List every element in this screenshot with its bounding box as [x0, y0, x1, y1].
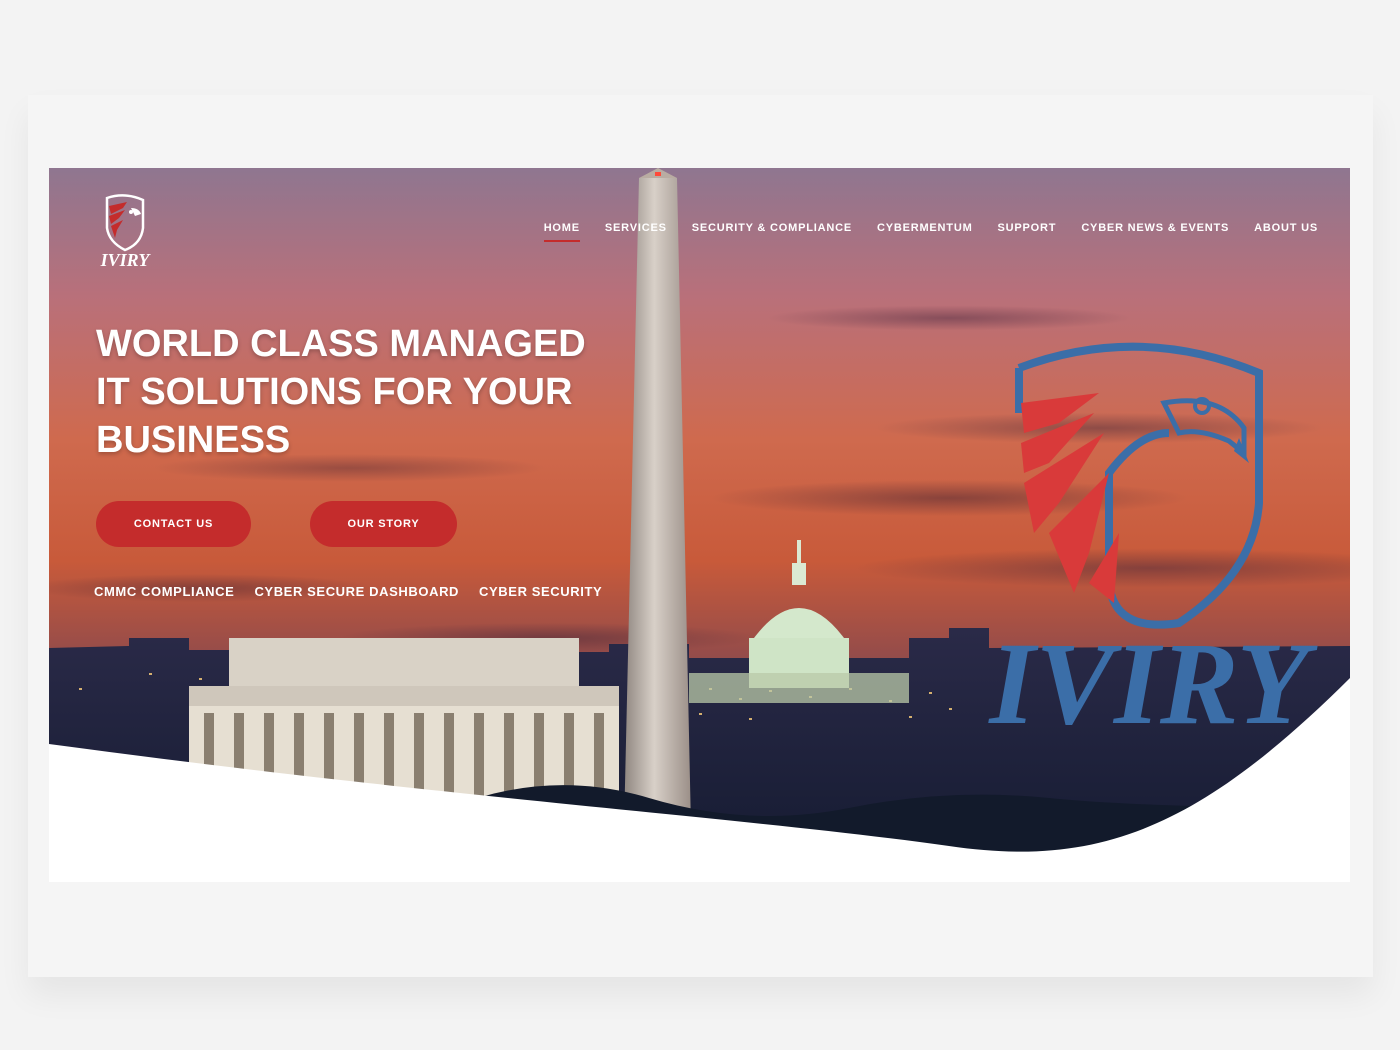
nav-cybermentum[interactable]: CYBERMENTUM	[877, 222, 973, 242]
nav-support[interactable]: SUPPORT	[998, 222, 1057, 242]
nav-services[interactable]: SERVICES	[605, 222, 667, 242]
link-cmmc-compliance[interactable]: CMMC COMPLIANCE	[94, 584, 234, 599]
our-story-button[interactable]: OUR STORY	[310, 501, 457, 547]
link-cyber-security[interactable]: CYBER SECURITY	[479, 584, 602, 599]
headline-line-3: BUSINESS	[96, 419, 291, 461]
main-nav: HOME SERVICES SECURITY & COMPLIANCE CYBE…	[543, 222, 1318, 242]
eagle-emblem: IVIRY	[987, 342, 1319, 749]
hero-quick-links: CMMC COMPLIANCE CYBER SECURE DASHBOARD C…	[94, 584, 602, 599]
iviry-logo[interactable]: IVIRY	[87, 194, 163, 268]
nav-home[interactable]: HOME	[543, 222, 580, 242]
emblem-wordmark: IVIRY	[987, 618, 1318, 749]
nav-cyber-news-events[interactable]: CYBER NEWS & EVENTS	[1081, 222, 1229, 242]
hero-headline: WORLD CLASS MANAGED IT SOLUTIONS FOR YOU…	[96, 320, 636, 464]
headline-line-1: WORLD CLASS MANAGED	[96, 323, 586, 365]
logo-wordmark: IVIRY	[100, 250, 152, 268]
contact-us-button[interactable]: CONTACT US	[96, 501, 251, 547]
hero-section: IVIRY HOME SERVICES SECURITY & COMPLIANC…	[49, 168, 1350, 882]
link-cyber-secure-dashboard[interactable]: CYBER SECURE DASHBOARD	[254, 584, 459, 599]
nav-about-us[interactable]: ABOUT US	[1254, 222, 1318, 242]
headline-line-2: IT SOLUTIONS FOR YOUR	[96, 371, 573, 413]
nav-security-compliance[interactable]: SECURITY & COMPLIANCE	[692, 222, 852, 242]
